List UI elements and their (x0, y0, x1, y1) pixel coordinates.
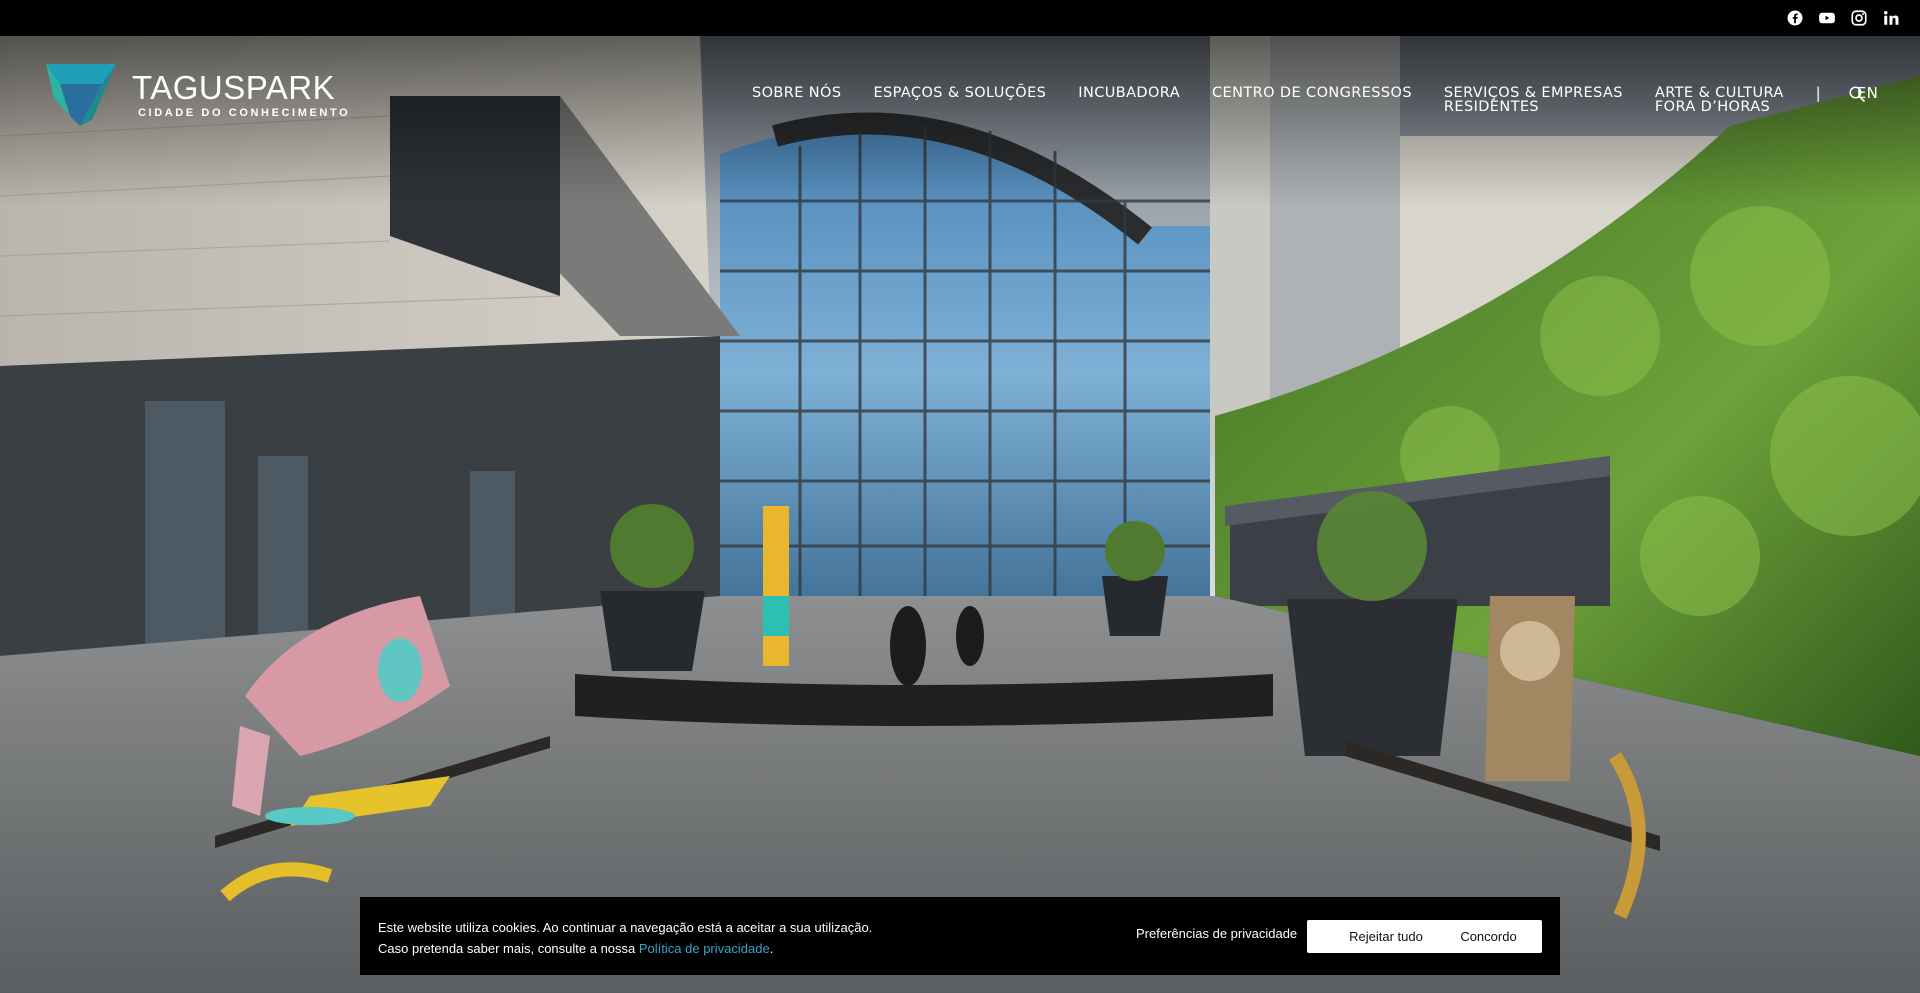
search-icon[interactable] (1848, 85, 1866, 103)
logo-name: TAGUSPARK (132, 69, 336, 106)
nav-item-arte-cultura[interactable]: ARTE & CULTURA FORA D’HORAS (1655, 86, 1784, 115)
main-nav: SOBRE NÓS ESPAÇOS & SOLUÇÕES INCUBADORA … (752, 84, 1904, 115)
facebook-icon[interactable] (1786, 9, 1804, 27)
social-topbar (0, 0, 1920, 36)
cookie-line-2-prefix: Caso pretenda saber mais, consulte a nos… (378, 941, 639, 956)
hero-image (0, 36, 1920, 993)
privacy-policy-link[interactable]: Política de privacidade (639, 941, 770, 956)
nav-item-espacos-solucoes[interactable]: ESPAÇOS & SOLUÇÕES (873, 86, 1046, 114)
nav-item-centro-congressos[interactable]: CENTRO DE CONGRESSOS (1212, 86, 1412, 114)
privacy-preferences-link[interactable]: Preferências de privacidade (1136, 926, 1297, 941)
logo-tagline: CIDADE DO CONHECIMENTO (138, 107, 351, 119)
cookie-message: Este website utiliza cookies. Ao continu… (378, 917, 872, 959)
taguspark-logo-icon (46, 64, 116, 126)
nav-item-servicos-empresas[interactable]: SERVIÇOS & EMPRESAS RESIDENTES (1444, 86, 1623, 115)
nav-item-incubadora[interactable]: INCUBADORA (1078, 86, 1180, 114)
instagram-icon[interactable] (1850, 9, 1868, 27)
cookie-line-1: Este website utiliza cookies. Ao continu… (378, 920, 873, 935)
youtube-icon[interactable] (1818, 9, 1836, 27)
nav-item-sobre-nos[interactable]: SOBRE NÓS (752, 86, 841, 114)
cookie-line-2: Caso pretenda saber mais, consulte a nos… (378, 938, 872, 959)
cookie-banner: Este website utiliza cookies. Ao continu… (360, 897, 1560, 975)
nav-separator: | (1815, 84, 1821, 102)
site-logo[interactable]: TAGUSPARK CIDADE DO CONHECIMENTO (40, 58, 350, 132)
social-links (1786, 9, 1900, 27)
cookie-line-2-suffix: . (769, 941, 774, 956)
linkedin-icon[interactable] (1882, 9, 1900, 27)
accept-button[interactable]: Concordo (1435, 920, 1542, 953)
